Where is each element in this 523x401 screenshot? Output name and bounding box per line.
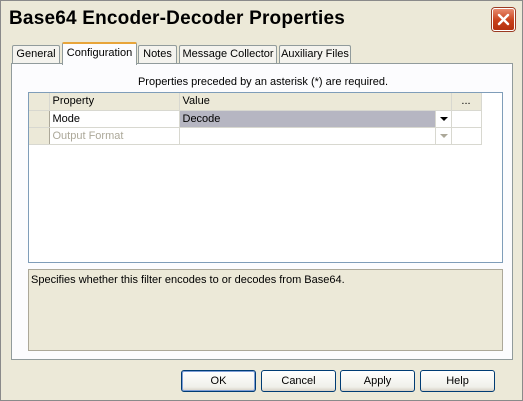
close-button[interactable]	[492, 8, 515, 31]
title-bar[interactable]: Base64 Encoder-Decoder Properties	[1, 1, 522, 37]
chevron-down-icon	[434, 127, 450, 143]
row-selector[interactable]	[29, 127, 50, 145]
grid-header-value: Value	[179, 93, 452, 111]
description-box: Specifies whether this filter encodes to…	[28, 269, 503, 351]
button-bar: OK Cancel Apply Help	[1, 370, 522, 394]
properties-dialog: Base64 Encoder-Decoder Properties Genera…	[0, 0, 523, 401]
property-name: Mode	[49, 110, 180, 128]
grid-header-ellipsis[interactable]: ...	[451, 93, 482, 111]
ellipsis-cell[interactable]	[451, 110, 482, 128]
ok-button[interactable]: OK	[181, 370, 256, 392]
grid-header-property: Property	[49, 93, 180, 111]
grid-row-output-format[interactable]: Output Format	[29, 127, 482, 145]
tab-general[interactable]: General	[12, 45, 60, 63]
mode-value-select[interactable]: Decode	[179, 110, 452, 128]
mode-value: Decode	[182, 112, 221, 125]
grid-header-corner	[29, 93, 50, 111]
configuration-panel: Properties preceded by an asterisk (*) a…	[11, 63, 513, 360]
description-text: Specifies whether this filter encodes to…	[31, 274, 345, 286]
window-title: Base64 Encoder-Decoder Properties	[9, 8, 346, 29]
tab-notes[interactable]: Notes	[138, 45, 177, 63]
tab-configuration[interactable]: Configuration	[62, 42, 137, 65]
apply-button[interactable]: Apply	[340, 370, 415, 392]
tab-message-collector[interactable]: Message Collector	[179, 45, 277, 63]
cancel-button[interactable]: Cancel	[261, 370, 336, 392]
property-grid: Property Value ... Mode Decode Output Fo…	[28, 92, 503, 263]
grid-row-mode[interactable]: Mode Decode	[29, 110, 482, 128]
tab-auxiliary-files[interactable]: Auxiliary Files	[279, 45, 351, 63]
ellipsis-cell	[451, 127, 482, 145]
property-name: Output Format	[49, 127, 180, 145]
required-note: Properties preceded by an asterisk (*) a…	[137, 76, 389, 88]
help-button[interactable]: Help	[420, 370, 495, 392]
grid-header-row: Property Value ...	[29, 93, 482, 111]
chevron-down-icon[interactable]	[434, 110, 450, 126]
output-format-select	[179, 127, 452, 145]
row-selector[interactable]	[29, 110, 50, 128]
